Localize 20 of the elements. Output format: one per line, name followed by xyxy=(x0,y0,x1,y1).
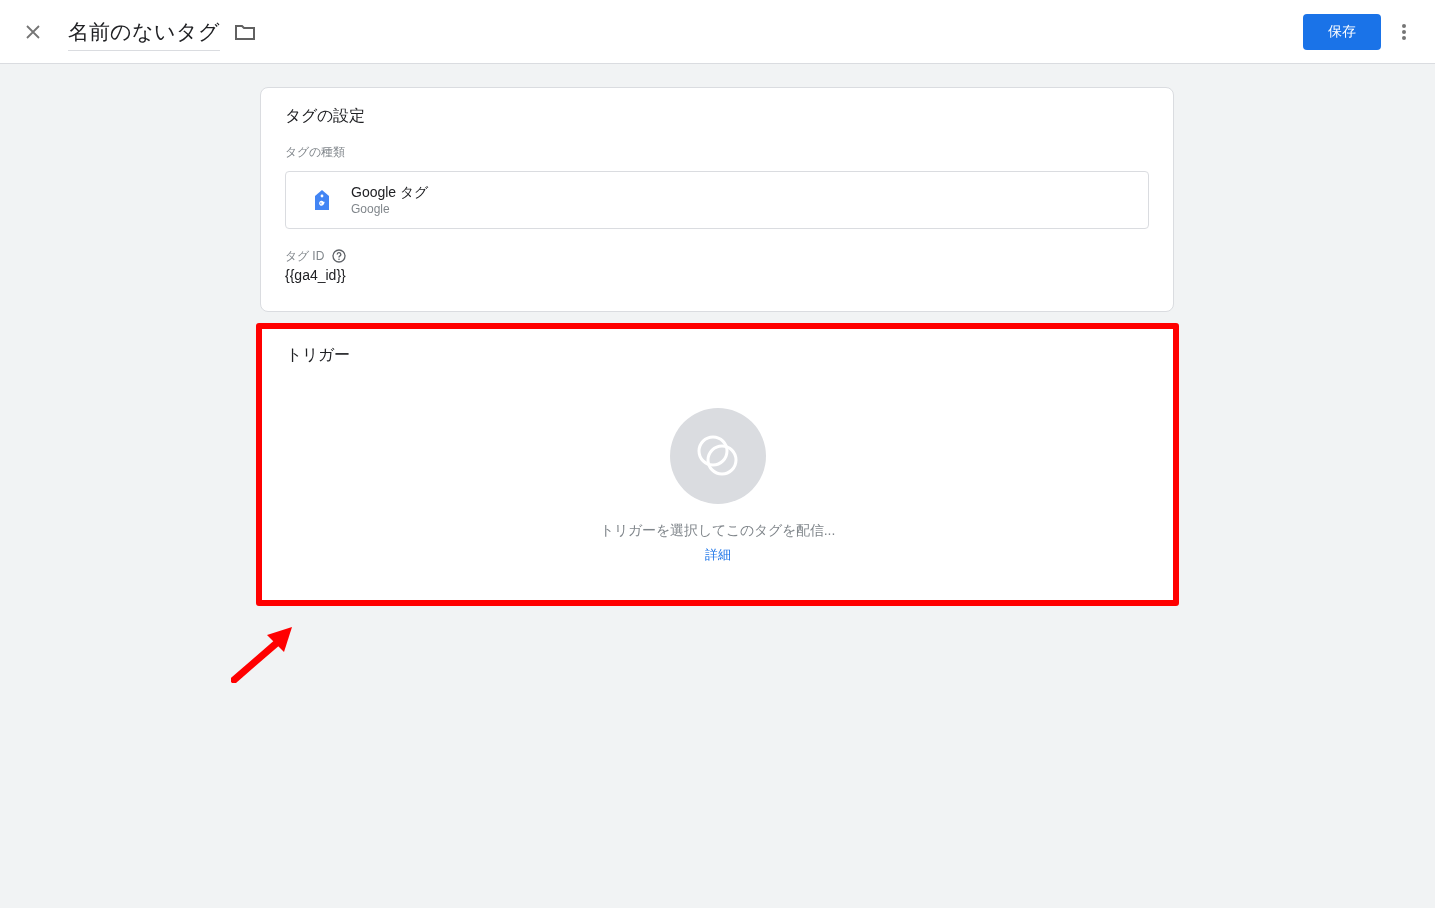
field-value: {{ga4_id}} xyxy=(285,266,347,285)
arrow-icon xyxy=(231,625,293,683)
card-title: トリガー xyxy=(286,345,350,365)
field-label: タグ ID xyxy=(285,248,325,265)
empty-message: トリガーを選択してこのタグを配信... xyxy=(599,521,836,540)
more-icon[interactable] xyxy=(1401,22,1407,41)
field-label: タグの種類 xyxy=(285,144,346,161)
folder-icon[interactable] xyxy=(234,22,256,41)
tag-icon xyxy=(315,190,329,210)
tag-type-name: Google タグ xyxy=(351,183,429,201)
trigger-icon xyxy=(669,408,766,504)
save-button[interactable]: 保存 xyxy=(1303,13,1381,50)
details-link[interactable]: 詳細 xyxy=(704,545,731,565)
help-icon[interactable] xyxy=(332,249,347,263)
tag-name-field[interactable]: 名前のないタグ xyxy=(68,16,220,51)
card-title: タグの設定 xyxy=(285,106,366,126)
tag-type-vendor: Google xyxy=(351,201,391,217)
trigger-card[interactable]: トリガー トリガーを選択してこのタグを配信... 詳細 xyxy=(256,323,1179,606)
tag-type-card[interactable]: Google タグ Google xyxy=(285,171,1149,229)
close-icon[interactable] xyxy=(24,22,42,41)
